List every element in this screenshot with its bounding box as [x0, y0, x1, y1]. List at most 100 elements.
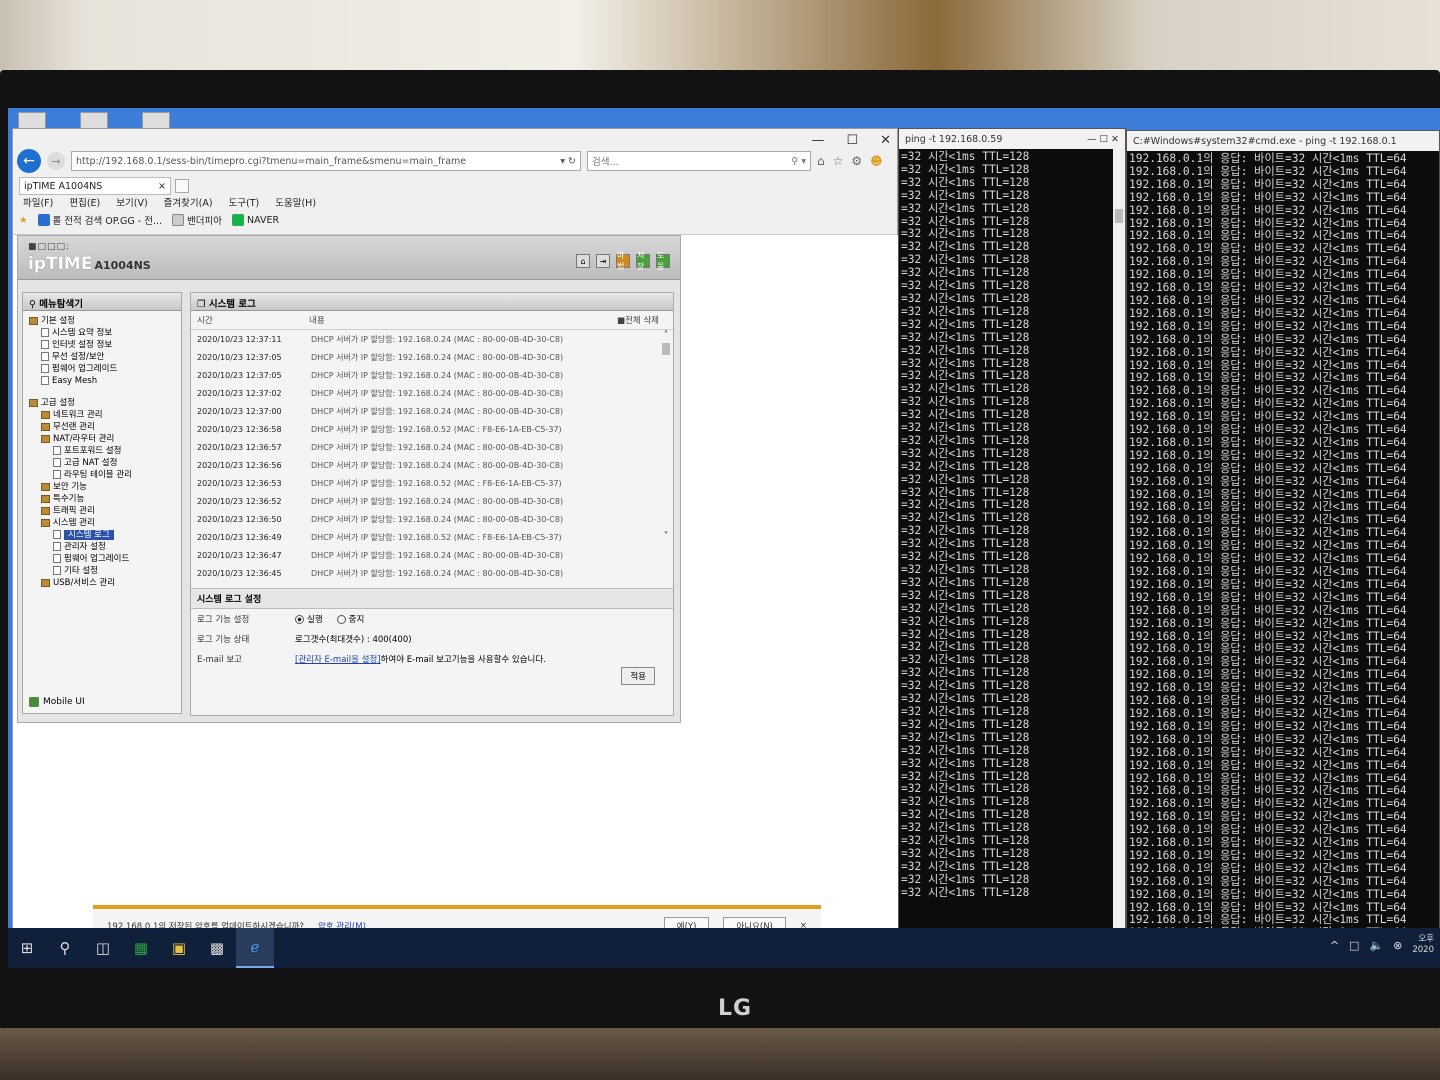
refresh-icon[interactable]: ▾ ↻: [560, 156, 576, 167]
menu-tree-item[interactable]: 라우팅 테이블 관리: [29, 469, 175, 481]
menu-help[interactable]: 도움말(H): [275, 195, 316, 209]
menu-tree-item[interactable]: 네트워크 관리: [29, 409, 175, 421]
log-row: 2020/10/23 12:37:11 DHCP 서버가 IP 할당함: 192.…: [191, 330, 673, 348]
menu-tree-item[interactable]: 시스템 로그: [29, 529, 175, 541]
menu-tree-label: 네트워크 관리: [53, 410, 103, 420]
cmd-line: =32 시간<1ms TTL=128: [901, 756, 1030, 770]
new-tab-button[interactable]: [175, 179, 189, 193]
scroll-up-icon[interactable]: ˄: [661, 330, 671, 341]
menu-tree-label: 포트포워드 설정: [64, 446, 122, 456]
notification-icon[interactable]: ⊗: [1393, 939, 1402, 952]
menu-tree-item[interactable]: 인터넷 설정 정보: [29, 339, 175, 351]
cmd1-scrollbar[interactable]: [1113, 149, 1125, 941]
forward-icon[interactable]: →: [47, 152, 65, 170]
log-row: 2020/10/23 12:37:02 DHCP 서버가 IP 할당함: 192.…: [191, 384, 673, 402]
favorite-opgg[interactable]: 롤 전적 검색 OP.GG - 전...: [37, 213, 162, 227]
logout-icon[interactable]: ⇥: [596, 254, 610, 268]
scroll-thumb[interactable]: [662, 343, 670, 355]
folder-icon: [41, 494, 50, 503]
start-icon[interactable]: ⊞: [8, 928, 46, 968]
cmd-line: 192.168.0.1의 응답: 바이트=32 시간<1ms TTL=64: [1129, 836, 1407, 850]
menu-tree-item[interactable]: 시스템 요약 정보: [29, 327, 175, 339]
scroll-down-icon[interactable]: ˅: [661, 531, 671, 542]
task-view-icon[interactable]: ◫: [84, 928, 122, 968]
menu-tree-item[interactable]: NAT/라우터 관리: [29, 433, 175, 445]
minimize-button[interactable]: —: [811, 133, 824, 148]
email-text: 하여야 E-mail 보고기능을 사용할수 있습니다.: [380, 655, 546, 665]
mobile-ui-link[interactable]: Mobile UI: [29, 697, 85, 707]
home-icon[interactable]: ⌂: [817, 154, 825, 168]
tab-iptime[interactable]: ipTIME A1004NS ×: [19, 177, 171, 195]
menu-file[interactable]: 파일(F): [23, 195, 53, 209]
log-message: DHCP 서버가 IP 할당함: 192.168.0.24 (MAC : 80-…: [311, 370, 564, 380]
page-icon: [53, 530, 61, 539]
menu-tree-item[interactable]: 무선랜 관리: [29, 421, 175, 433]
cmd-line: =32 시간<1ms TTL=128: [901, 162, 1030, 176]
cmd-line: =32 시간<1ms TTL=128: [901, 175, 1030, 189]
menu-tree-item[interactable]: 보안 기능: [29, 481, 175, 493]
log-row: 2020/10/23 12:36:58 DHCP 서버가 IP 할당함: 192.…: [191, 420, 673, 438]
menu-tree-item[interactable]: 특수기능: [29, 493, 175, 505]
log-row: 2020/10/23 12:37:05 DHCP 서버가 IP 할당함: 192.…: [191, 366, 673, 384]
menu-tools[interactable]: 도구(T): [229, 195, 260, 209]
save-icon[interactable]: 저장: [636, 251, 650, 271]
excel-icon[interactable]: ▦: [122, 928, 160, 968]
tab-close-icon[interactable]: ×: [158, 181, 166, 192]
menu-favorites[interactable]: 즐겨찾기(A): [164, 195, 213, 209]
delete-all-button[interactable]: ■전체 삭제: [617, 314, 659, 326]
smiley-icon[interactable]: ☻: [870, 154, 883, 168]
apply-button[interactable]: 적용: [621, 667, 655, 685]
cmd1-window-controls[interactable]: — ☐ ✕: [1087, 134, 1119, 145]
menu-tree-item[interactable]: Easy Mesh: [29, 375, 175, 387]
email-settings-link[interactable]: [관리자 E-mail을 설정]: [295, 653, 381, 665]
menu-tree-item[interactable]: 기타 설정: [29, 565, 175, 577]
volume-icon[interactable]: 🔈: [1369, 939, 1383, 952]
log-scrollbar[interactable]: ˄ ˅: [661, 330, 671, 580]
menu-tree-item[interactable]: USB/서비스 관리: [29, 577, 175, 589]
favorites-star-icon[interactable]: ☆: [833, 154, 844, 168]
menu-view[interactable]: 보기(V): [116, 195, 147, 209]
menu-tree-item[interactable]: 트래픽 관리: [29, 505, 175, 517]
menu-tree: 기본 설정 시스템 요약 정보 인터넷 설정 정보 무선 설정/보안 펌웨어 업그레이드…: [23, 311, 181, 593]
wizard-icon[interactable]: 마법: [616, 251, 630, 271]
help-icon[interactable]: 도움: [656, 251, 670, 271]
cmd-line: 192.168.0.1의 응답: 바이트=32 시간<1ms TTL=64: [1129, 616, 1407, 630]
menu-tree-item[interactable]: 고급 NAT 설정: [29, 457, 175, 469]
cmd-line: =32 시간<1ms TTL=128: [901, 704, 1030, 718]
menu-tree-label: 고급 설정: [41, 398, 75, 408]
file-explorer-icon[interactable]: ▣: [160, 928, 198, 968]
menu-edit[interactable]: 편집(E): [69, 195, 100, 209]
address-bar[interactable]: http://192.168.0.1/sess-bin/timepro.cgi?…: [71, 151, 581, 171]
radio-stop[interactable]: 중지: [336, 613, 364, 625]
cmd-line: =32 시간<1ms TTL=128: [901, 717, 1030, 731]
menu-tree-item[interactable]: 관리자 설정: [29, 541, 175, 553]
network-icon[interactable]: □: [1349, 939, 1359, 952]
search-input[interactable]: 검색... ⚲ ▾: [587, 151, 811, 171]
menu-tree-item[interactable]: 기본 설정: [29, 315, 175, 327]
menu-tree-item[interactable]: 무선 설정/보안: [29, 351, 175, 363]
radio-run[interactable]: 실행: [295, 613, 323, 625]
menu-tree-label: 시스템 관리: [53, 518, 95, 528]
url-text: http://192.168.0.1/sess-bin/timepro.cgi?…: [76, 155, 467, 167]
close-button[interactable]: ✕: [880, 133, 891, 148]
internet-explorer-icon[interactable]: ℯ: [236, 928, 274, 968]
menu-tree-item[interactable]: 펌웨어 업그레이드: [29, 553, 175, 565]
menu-tree-item[interactable]: 시스템 관리: [29, 517, 175, 529]
menu-tree-item[interactable]: 펌웨어 업그레이드: [29, 363, 175, 375]
favorite-vendorpia[interactable]: 밴더피아: [172, 213, 222, 227]
folder-icon: [41, 578, 50, 587]
tray-chevron-icon[interactable]: ^: [1330, 939, 1339, 952]
home-icon[interactable]: ⌂: [576, 254, 590, 268]
menu-tree-item[interactable]: 고급 설정: [29, 397, 175, 409]
search-icon[interactable]: ⚲: [46, 928, 84, 968]
maximize-button[interactable]: ☐: [846, 133, 858, 148]
search-icon[interactable]: ⚲ ▾: [791, 156, 806, 167]
favorite-naver[interactable]: NAVER: [232, 214, 279, 226]
back-icon[interactable]: ←: [17, 149, 41, 173]
scroll-thumb[interactable]: [1115, 209, 1123, 223]
clock[interactable]: 오후 2020: [1412, 934, 1434, 956]
favorites-star-icon[interactable]: ★: [19, 215, 28, 226]
settings-gear-icon[interactable]: ⚙: [851, 154, 862, 168]
menu-tree-item[interactable]: 포트포워드 설정: [29, 445, 175, 457]
cmd-icon[interactable]: ▩: [198, 928, 236, 968]
